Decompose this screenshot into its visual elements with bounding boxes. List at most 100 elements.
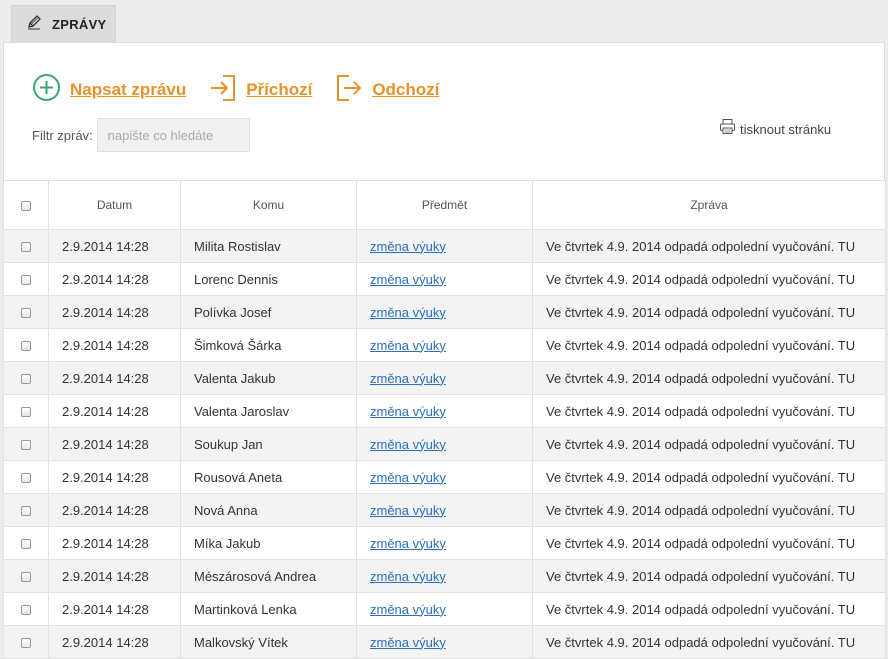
table-row[interactable]: 2.9.2014 14:28 Šimková Šárka změna výuky Ve…: [3, 328, 886, 362]
row-checkbox[interactable]: [21, 308, 31, 319]
cell-zprava: Ve čtvrtek 4.9. 2014 odpadá odpolední vy…: [532, 592, 886, 626]
row-checkbox[interactable]: [21, 506, 31, 517]
row-checkbox[interactable]: [21, 242, 31, 253]
cell-komu: Malkovský Vítek: [180, 625, 357, 659]
row-checkbox[interactable]: [21, 440, 31, 451]
cell-zprava: Ve čtvrtek 4.9. 2014 odpadá odpolední vy…: [532, 460, 886, 494]
cell-predmet: změna výuky: [356, 295, 533, 329]
table-row[interactable]: 2.9.2014 14:28 Mészárosová Andrea změna vý…: [3, 559, 886, 593]
row-checkbox-cell: [3, 526, 49, 560]
subject-link[interactable]: změna výuky: [370, 305, 446, 320]
select-all-checkbox[interactable]: [21, 200, 31, 211]
column-header-komu[interactable]: Komu: [180, 180, 357, 230]
row-checkbox[interactable]: [21, 473, 31, 484]
row-checkbox-cell: [3, 229, 49, 263]
row-checkbox[interactable]: [21, 374, 31, 385]
row-checkbox-cell: [3, 394, 49, 428]
table-row[interactable]: 2.9.2014 14:28 Nová Anna změna výuky Ve čtv…: [3, 493, 886, 527]
filter-row: Filtr zpráv:: [32, 118, 250, 152]
subject-link[interactable]: změna výuky: [370, 239, 446, 254]
tab-zpravy[interactable]: ZPRÁVY: [11, 5, 116, 42]
cell-predmet: změna výuky: [356, 625, 533, 659]
row-checkbox[interactable]: [21, 572, 31, 583]
cell-zprava: Ve čtvrtek 4.9. 2014 odpadá odpolední vy…: [532, 229, 886, 263]
cell-datum: 2.9.2014 14:28: [48, 625, 181, 659]
print-label: tisknout stránku: [740, 121, 832, 137]
cell-datum: 2.9.2014 14:28: [48, 493, 181, 527]
cell-zprava: Ve čtvrtek 4.9. 2014 odpadá odpolední vy…: [532, 361, 886, 395]
table-row[interactable]: 2.9.2014 14:28 Lorenc Dennis změna výuky Ve…: [3, 262, 886, 296]
subject-link[interactable]: změna výuky: [370, 470, 446, 485]
cell-predmet: změna výuky: [356, 361, 533, 395]
column-header-datum[interactable]: Datum: [48, 180, 181, 230]
new-message-label: Napsat zprávu: [70, 80, 187, 99]
cell-komu: Milita Rostislav: [180, 229, 357, 263]
filter-label: Filtr zpráv:: [32, 127, 93, 143]
pencil-icon: [26, 14, 42, 35]
cell-datum: 2.9.2014 14:28: [48, 460, 181, 494]
row-checkbox-cell: [3, 295, 49, 329]
subject-link[interactable]: změna výuky: [370, 437, 446, 452]
table-row[interactable]: 2.9.2014 14:28 Malkovský Vítek změna výuky…: [3, 625, 886, 659]
row-checkbox-cell: [3, 559, 49, 593]
cell-predmet: změna výuky: [356, 394, 533, 428]
table-row[interactable]: 2.9.2014 14:28 Soukup Jan změna výuky Ve čt…: [3, 427, 886, 461]
row-checkbox-cell: [3, 625, 49, 659]
cell-datum: 2.9.2014 14:28: [48, 229, 181, 263]
table-row[interactable]: 2.9.2014 14:28 Míka Jakub změna výuky Ve čt…: [3, 526, 886, 560]
cell-zprava: Ve čtvrtek 4.9. 2014 odpadá odpolední vy…: [532, 559, 886, 593]
subject-link[interactable]: změna výuky: [370, 602, 446, 617]
cell-zprava: Ve čtvrtek 4.9. 2014 odpadá odpolední vy…: [532, 427, 886, 461]
inbox-link[interactable]: Příchozí: [209, 74, 312, 107]
subject-link[interactable]: změna výuky: [370, 371, 446, 386]
tab-label: ZPRÁVY: [52, 16, 107, 32]
cell-datum: 2.9.2014 14:28: [48, 526, 181, 560]
cell-datum: 2.9.2014 14:28: [48, 394, 181, 428]
subject-link[interactable]: změna výuky: [370, 569, 446, 584]
subject-link[interactable]: změna výuky: [370, 338, 446, 353]
print-page-link[interactable]: tisknout stránku: [719, 118, 831, 140]
row-checkbox[interactable]: [21, 638, 31, 649]
column-header-zprava[interactable]: Zpráva: [532, 180, 886, 230]
table-row[interactable]: 2.9.2014 14:28 Valenta Jaroslav změna výuk…: [3, 394, 886, 428]
filter-input[interactable]: [96, 118, 250, 152]
row-checkbox[interactable]: [21, 539, 31, 550]
select-all-cell: [3, 180, 49, 230]
action-bar: Napsat zprávu Příchozí Odchozí: [32, 73, 462, 107]
cell-datum: 2.9.2014 14:28: [48, 328, 181, 362]
new-message-button[interactable]: Napsat zprávu: [32, 73, 186, 107]
row-checkbox[interactable]: [21, 407, 31, 418]
table-row[interactable]: 2.9.2014 14:28 Valenta Jakub změna výuky Ve…: [3, 361, 886, 395]
row-checkbox-cell: [3, 592, 49, 626]
cell-zprava: Ve čtvrtek 4.9. 2014 odpadá odpolední vy…: [532, 493, 886, 527]
table-row[interactable]: 2.9.2014 14:28 Milita Rostislav změna výuk…: [3, 229, 886, 263]
column-header-predmet[interactable]: Předmět: [356, 180, 533, 230]
plus-circle-icon: [32, 73, 61, 107]
row-checkbox[interactable]: [21, 605, 31, 616]
cell-komu: Lorenc Dennis: [180, 262, 357, 296]
cell-datum: 2.9.2014 14:28: [48, 361, 181, 395]
cell-datum: 2.9.2014 14:28: [48, 427, 181, 461]
subject-link[interactable]: změna výuky: [370, 503, 446, 518]
subject-link[interactable]: změna výuky: [370, 272, 446, 287]
row-checkbox[interactable]: [21, 341, 31, 352]
outbox-link[interactable]: Odchozí: [335, 74, 439, 107]
table-row[interactable]: 2.9.2014 14:28 Rousová Aneta změna výuky Ve…: [3, 460, 886, 494]
table-row[interactable]: 2.9.2014 14:28 Polívka Josef změna výuky Ve…: [3, 295, 886, 329]
row-checkbox[interactable]: [21, 275, 31, 286]
cell-zprava: Ve čtvrtek 4.9. 2014 odpadá odpolední vy…: [532, 328, 886, 362]
subject-link[interactable]: změna výuky: [370, 635, 446, 650]
subject-link[interactable]: změna výuky: [370, 404, 446, 419]
row-checkbox-cell: [3, 493, 49, 527]
cell-predmet: změna výuky: [356, 229, 533, 263]
cell-predmet: změna výuky: [356, 526, 533, 560]
row-checkbox-cell: [3, 427, 49, 461]
row-checkbox-cell: [3, 460, 49, 494]
cell-predmet: změna výuky: [356, 262, 533, 296]
cell-komu: Rousová Aneta: [180, 460, 357, 494]
tab-bar: ZPRÁVY: [0, 0, 888, 42]
subject-link[interactable]: změna výuky: [370, 536, 446, 551]
messages-table: Datum Komu Předmět Zpráva 2.9.2014 14:28…: [3, 180, 886, 659]
table-row[interactable]: 2.9.2014 14:28 Martinková Lenka změna výuk…: [3, 592, 886, 626]
cell-zprava: Ve čtvrtek 4.9. 2014 odpadá odpolední vy…: [532, 394, 886, 428]
